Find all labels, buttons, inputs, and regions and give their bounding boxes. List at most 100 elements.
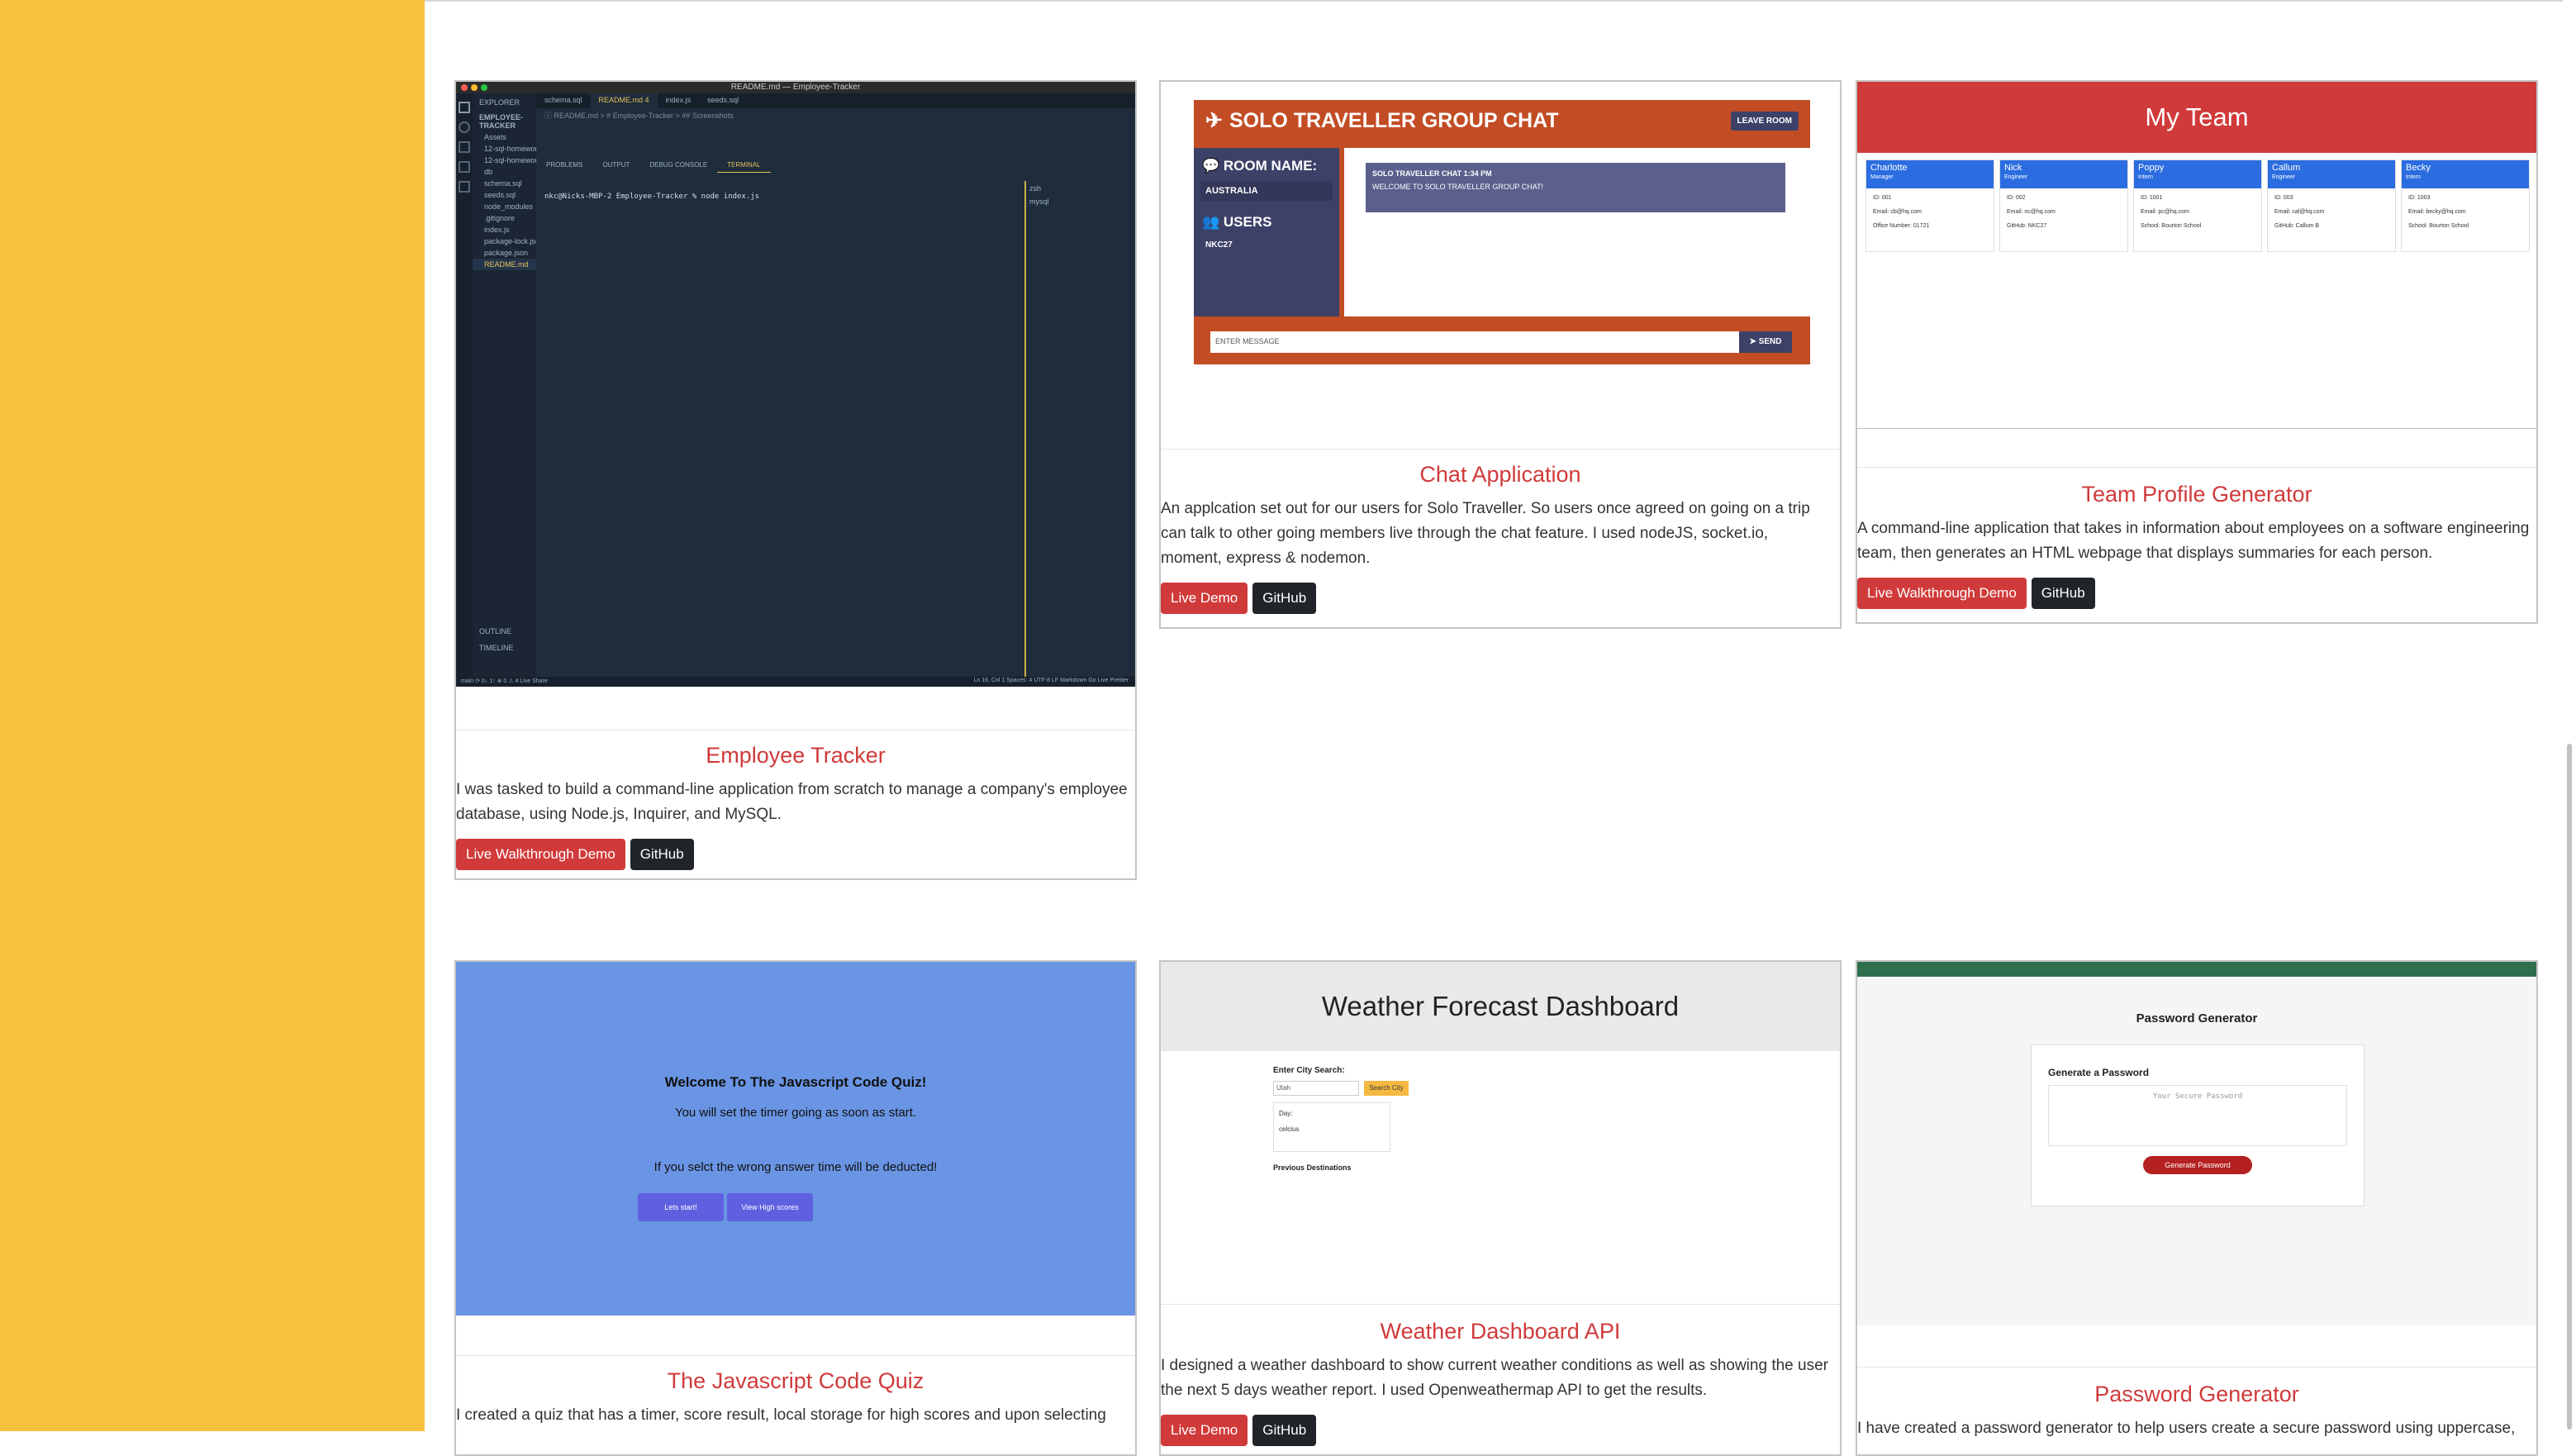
tab-schema[interactable]: schema.sql [536, 93, 591, 108]
search-city-button[interactable]: Search City [1364, 1081, 1409, 1096]
search-icon[interactable] [459, 121, 470, 133]
file-tree-item[interactable]: package-lock.json [473, 236, 536, 247]
panel-tab-problems[interactable]: PROBLEMS [536, 159, 592, 173]
project-card-javascript-quiz: Welcome To The Javascript Code Quiz! You… [454, 960, 1137, 1456]
card-description: A command-line application that takes in… [1857, 520, 2530, 562]
file-tree-item[interactable]: .gitignore [473, 212, 536, 224]
quiz-start-button[interactable]: Lets start! [638, 1193, 724, 1221]
card-body: Employee Tracker I was tasked to build a… [456, 741, 1135, 870]
terminal-line[interactable]: nkc@Nicks-MBP-2 Employee-Tracker % node … [544, 193, 759, 201]
live-demo-button[interactable]: Live Demo [1161, 583, 1248, 614]
card-divider [1161, 449, 1840, 450]
city-search-label: Enter City Search: [1273, 1066, 1345, 1075]
member-email: Email: pc@hq.com [2141, 209, 2189, 215]
users-label: 👥 USERS [1202, 214, 1331, 231]
chat-header-text: SOLO TRAVELLER GROUP CHAT [1229, 109, 1559, 132]
team-member-cards: Charlotte Manager ID: 001 Email: cb@hq.com O… [1865, 159, 2530, 252]
card-body: Password Generator I have created a pass… [1857, 1380, 2536, 1441]
file-tree-item[interactable]: db [473, 166, 536, 178]
team-member-card: Callum Engineer ID: 003 Email: cal@hq.com Gi… [2267, 159, 2396, 252]
files-icon[interactable] [459, 102, 470, 113]
file-tree-item[interactable]: 12-sql-homework-... [473, 143, 536, 155]
file-tree-item[interactable]: package.json [473, 247, 536, 259]
file-tree-item[interactable]: index.js [473, 224, 536, 236]
terminal-mysql[interactable]: mysql [1029, 197, 1049, 206]
github-button[interactable]: GitHub [1252, 583, 1317, 614]
day-label: Day: [1279, 1110, 1293, 1117]
card-title: Team Profile Generator [2081, 482, 2312, 507]
generate-password-button[interactable]: Generate Password [2143, 1156, 2252, 1174]
quiz-high-scores-button[interactable]: View High scores [727, 1193, 813, 1221]
team-header: My Team [1857, 82, 2536, 153]
panel-tab-debug[interactable]: DEBUG CONSOLE [639, 159, 717, 173]
source-control-icon[interactable] [459, 141, 470, 153]
room-name-value: AUSTRALIA [1200, 181, 1333, 201]
quiz-line-2: If you selct the wrong answer time will … [654, 1160, 938, 1174]
send-button[interactable]: ➤ SEND [1739, 331, 1792, 353]
users-icon: 👥 [1202, 214, 1224, 230]
file-tree-item[interactable]: Assets [473, 131, 536, 143]
city-search-input[interactable]: Utah [1273, 1081, 1359, 1096]
member-role: Engineer [2004, 174, 2028, 180]
leave-room-button[interactable]: LEAVE ROOM [1730, 112, 1799, 131]
extensions-icon[interactable] [459, 181, 470, 193]
github-button[interactable]: GitHub [1252, 1415, 1317, 1446]
card-description: I was tasked to build a command-line app… [456, 781, 1128, 823]
card-body: Team Profile Generator A command-line ap… [1857, 480, 2536, 609]
project-card-employee-tracker: README.md — Employee-Tracker EXPLORER EM… [454, 80, 1137, 880]
card-description: An applcation set out for our users for … [1161, 500, 1810, 567]
panel-tab-terminal[interactable]: TERMINAL [717, 159, 771, 173]
card-divider [1857, 467, 2536, 468]
team-profile-screenshot: My Team Charlotte Manager ID: 001 Email: cb… [1857, 82, 2536, 429]
scrollbar-thumb[interactable] [2567, 744, 2572, 1430]
password-generator-screenshot: Password Generator Generate a Password Y… [1857, 962, 2536, 1325]
status-bar: main ⟳ 0↓ 1↑ ⊗ 0 ⚠ 4 Live Share Ln 16, C… [456, 677, 1135, 687]
run-debug-icon[interactable] [459, 161, 470, 173]
day-value: celcius [1279, 1125, 1300, 1133]
message-input[interactable]: ENTER MESSAGE [1210, 331, 1739, 353]
file-tree-item[interactable]: README.md [473, 259, 536, 270]
github-button[interactable]: GitHub [2031, 578, 2095, 609]
card-body: The Javascript Code Quiz I created a qui… [456, 1367, 1135, 1428]
card-description: I have created a password generator to h… [1857, 1420, 2516, 1437]
password-box-title: Generate a Password [2048, 1067, 2150, 1078]
live-demo-button[interactable]: Live Walkthrough Demo [456, 839, 625, 870]
file-tree-item[interactable]: 12-sql-homework-... [473, 155, 536, 166]
terminal-zsh[interactable]: zsh [1029, 184, 1049, 193]
card-divider [1857, 1367, 2536, 1368]
project-card-chat-application: ✈ SOLO TRAVELLER GROUP CHAT LEAVE ROOM 💬 … [1159, 80, 1842, 629]
breadcrumb: ⓘ README.md > # Employee-Tracker > ## Sc… [544, 112, 734, 120]
browser-bar [1857, 962, 2536, 977]
member-extra: GitHub: NKC27 [2007, 223, 2047, 229]
sidebar [0, 0, 425, 1431]
outline-label[interactable]: OUTLINE [479, 627, 511, 635]
file-tree-item[interactable]: seeds.sql [473, 189, 536, 201]
member-role: Engineer [2272, 174, 2296, 180]
tab-seeds[interactable]: seeds.sql [699, 93, 747, 108]
github-button[interactable]: GitHub [630, 839, 694, 870]
member-role: Manager [1870, 174, 1894, 180]
card-divider [456, 1355, 1135, 1356]
live-demo-button[interactable]: Live Walkthrough Demo [1857, 578, 2027, 609]
message-meta: SOLO TRAVELLER CHAT 1:34 PM [1372, 169, 1492, 178]
file-tree-item[interactable]: schema.sql [473, 178, 536, 189]
password-output[interactable]: Your Secure Password [2048, 1085, 2347, 1146]
day-card: Day: celcius [1273, 1102, 1390, 1152]
tab-index[interactable]: index.js [658, 93, 700, 108]
panel-tab-output[interactable]: OUTPUT [592, 159, 639, 173]
send-icon: ➤ [1749, 337, 1759, 346]
member-extra: School: Bourton School [2141, 223, 2202, 229]
panel-divider [1024, 181, 1026, 677]
tab-readme[interactable]: README.md 4 [590, 93, 658, 108]
live-demo-button[interactable]: Live Demo [1161, 1415, 1248, 1446]
chat-app-screenshot: ✈ SOLO TRAVELLER GROUP CHAT LEAVE ROOM 💬 … [1161, 82, 1840, 445]
chat-messages: SOLO TRAVELLER CHAT 1:34 PM WELCOME TO S… [1344, 148, 1810, 316]
message-text: WELCOME TO SOLO TRAVELLER GROUP CHAT! [1372, 183, 1544, 191]
zoom-dot-icon [481, 84, 487, 91]
file-tree-item[interactable]: node_modules [473, 201, 536, 212]
page-scrollbar[interactable] [2563, 0, 2576, 1431]
card-title: The Javascript Code Quiz [667, 1368, 924, 1393]
member-id: ID: 1001 [2141, 195, 2163, 201]
plane-icon: ✈ [1205, 109, 1223, 132]
timeline-label[interactable]: TIMELINE [479, 644, 514, 652]
